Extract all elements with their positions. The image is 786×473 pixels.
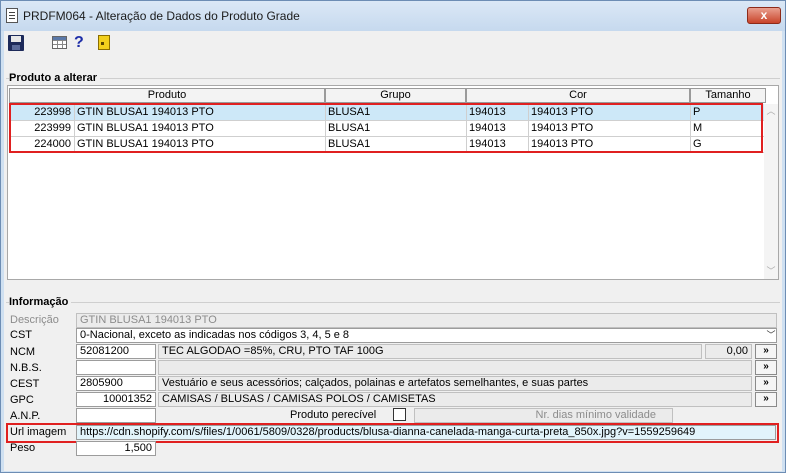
col-header-produto[interactable]: Produto [9, 88, 325, 103]
help-icon[interactable]: ? [74, 35, 90, 51]
informacao-section-title: Informação [9, 296, 72, 308]
vertical-scrollbar[interactable]: ︿ ﹀ [764, 104, 778, 279]
gpc-label: GPC [10, 394, 34, 406]
scroll-up-icon[interactable]: ︿ [764, 104, 778, 118]
cest-input[interactable]: 2805900 [76, 376, 156, 391]
produtos-section-title: Produto a alterar [9, 72, 101, 84]
ncm-aliquota: 0,00 [705, 344, 752, 359]
scroll-down-icon[interactable]: ﹀ [764, 264, 778, 278]
nbs-lookup-button[interactable]: » [755, 360, 777, 375]
group-separator [6, 302, 780, 303]
peso-input[interactable]: 1,500 [76, 441, 156, 456]
cst-select[interactable]: 0-Nacional, exceto as indicadas nos códi… [76, 328, 777, 343]
peso-label: Peso [10, 442, 36, 454]
window-title: PRDFM064 - Alteração de Dados do Produto… [23, 9, 300, 23]
anp-label: A.N.P. [10, 410, 41, 422]
save-icon[interactable] [8, 35, 24, 51]
nbs-label: N.B.S. [10, 362, 42, 374]
perecivel-checkbox[interactable] [393, 408, 406, 421]
grid-icon[interactable] [52, 36, 67, 49]
cest-lookup-button[interactable]: » [755, 376, 777, 391]
anp-input[interactable] [76, 408, 156, 423]
exit-icon[interactable] [98, 35, 110, 50]
title-bar: PRDFM064 - Alteração de Dados do Produto… [1, 1, 785, 31]
close-button[interactable]: x [747, 7, 781, 24]
validade-field: Nr. dias mínimo validade [414, 408, 673, 423]
ncm-lookup-button[interactable]: » [755, 344, 777, 359]
app-window: PRDFM064 - Alteração de Dados do Produto… [0, 0, 786, 473]
perecivel-label: Produto perecível [290, 409, 377, 421]
toolbar: ? [4, 31, 782, 55]
group-separator [6, 78, 780, 79]
cest-label: CEST [10, 378, 40, 390]
nbs-description [158, 360, 752, 375]
nbs-input[interactable] [76, 360, 156, 375]
col-header-cor[interactable]: Cor [466, 88, 690, 103]
chevron-down-icon[interactable]: ﹀ [765, 329, 777, 342]
descricao-label: Descrição [10, 314, 59, 326]
gpc-lookup-button[interactable]: » [755, 392, 777, 407]
url-label: Url imagem [10, 426, 67, 438]
gpc-input[interactable]: 10001352 [76, 392, 156, 407]
url-input[interactable]: https://cdn.shopify.com/s/files/1/0061/5… [76, 425, 776, 440]
gpc-description: CAMISAS / BLUSAS / CAMISAS POLOS / CAMIS… [158, 392, 752, 407]
cst-label: CST [10, 329, 32, 341]
highlight-box-rows [9, 103, 763, 153]
ncm-description: TEC ALGODAO =85%, CRU, PTO TAF 100G [158, 344, 702, 359]
ncm-label: NCM [10, 346, 36, 358]
ncm-input[interactable]: 52081200 [76, 344, 156, 359]
cest-description: Vestuário e seus acessórios; calçados, p… [158, 376, 752, 391]
descricao-field: GTIN BLUSA1 194013 PTO [76, 313, 777, 328]
col-header-tamanho[interactable]: Tamanho [690, 88, 766, 103]
document-icon [6, 8, 18, 23]
col-header-grupo[interactable]: Grupo [325, 88, 466, 103]
client-area: ? Produto a alterar Produto Grupo Cor Ta… [4, 31, 782, 471]
